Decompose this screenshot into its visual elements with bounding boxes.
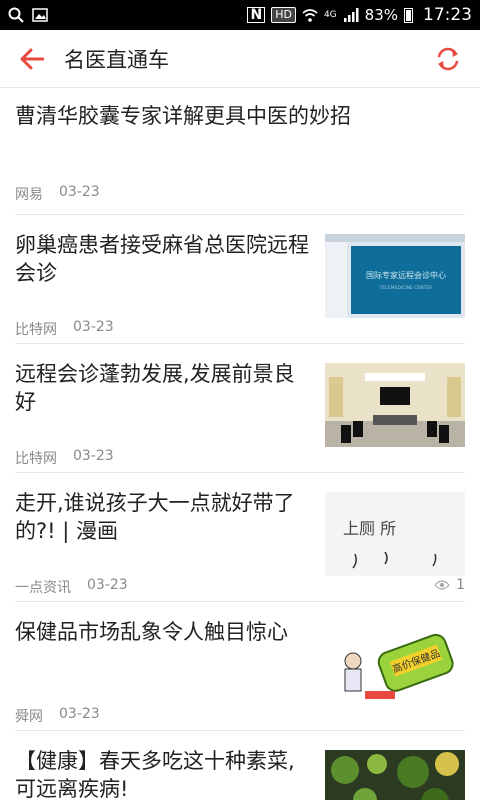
screen-subtext: TELEMEDICINE CENTER: [379, 285, 433, 291]
view-count-value: 1: [456, 577, 465, 593]
eye-icon: [434, 580, 450, 590]
screen-text: 国际专家远程会诊中心: [366, 270, 446, 280]
news-thumbnail: [325, 363, 465, 447]
news-date: 03-23: [73, 319, 114, 335]
news-thumbnail: 国际专家远程会诊中心 TELEMEDICINE CENTER: [325, 234, 465, 318]
network-type: 4G: [323, 10, 337, 20]
news-title: 远程会诊蓬勃发展,发展前景良好: [15, 362, 295, 414]
news-title: 【健康】春天多吃这十种素菜,可远离疾病!: [15, 749, 295, 800]
news-meta: 网易 03-23: [15, 184, 100, 204]
news-item[interactable]: 保健品市场乱象令人触目惊心 高价保健品 舜网 03-23: [15, 602, 465, 731]
app-bar: 名医直通车: [0, 30, 480, 88]
news-title: 走开,谁说孩子大一点就好带了的?! | 漫画: [15, 491, 295, 543]
news-item[interactable]: 走开,谁说孩子大一点就好带了的?! | 漫画 上厕 所 一点资讯 03-23 1: [15, 473, 465, 602]
news-date: 03-23: [59, 184, 100, 200]
signal-icon: [343, 7, 359, 23]
battery-icon: [404, 7, 413, 23]
news-source: 一点资讯: [15, 580, 71, 596]
news-title: 卵巢癌患者接受麻省总医院远程会诊: [15, 233, 309, 285]
news-title: 保健品市场乱象令人触目惊心: [15, 620, 288, 644]
search-icon: [8, 7, 24, 23]
view-count: 1: [434, 577, 465, 593]
back-button[interactable]: [0, 30, 64, 88]
comic-text: 上厕 所: [343, 519, 396, 538]
wifi-icon: [302, 7, 318, 23]
news-source: 比特网: [15, 322, 57, 338]
news-feed: 曹清华胶囊专家详解更具中医的妙招 网易 03-23 卵巢癌患者接受麻省总医院远程…: [0, 88, 480, 800]
news-source: 比特网: [15, 451, 57, 467]
status-bar: N HD 4G 83% 17:23: [0, 0, 480, 30]
news-source: 舜网: [15, 709, 43, 725]
news-meta: 比特网 03-23: [15, 319, 114, 339]
news-date: 03-23: [73, 448, 114, 464]
clock: 17:23: [423, 5, 472, 25]
news-meta: 一点资讯 03-23: [15, 577, 128, 597]
refresh-button[interactable]: [434, 45, 462, 73]
news-item[interactable]: 曹清华胶囊专家详解更具中医的妙招 网易 03-23: [15, 88, 465, 215]
news-date: 03-23: [87, 577, 128, 593]
news-item[interactable]: 远程会诊蓬勃发展,发展前景良好 比特网 03-23: [15, 344, 465, 473]
news-item[interactable]: 【健康】春天多吃这十种素菜,可远离疾病!: [15, 731, 465, 800]
news-meta: 比特网 03-23: [15, 448, 114, 468]
news-source: 网易: [15, 187, 43, 203]
news-thumbnail: 高价保健品: [325, 621, 465, 705]
news-thumbnail: [325, 750, 465, 800]
gallery-icon: [32, 7, 48, 23]
news-title: 曹清华胶囊专家详解更具中医的妙招: [15, 104, 351, 128]
news-item[interactable]: 卵巢癌患者接受麻省总医院远程会诊 国际专家远程会诊中心 TELEMEDICINE…: [15, 215, 465, 344]
news-date: 03-23: [59, 706, 100, 722]
news-thumbnail: 上厕 所: [325, 492, 465, 576]
news-meta: 舜网 03-23: [15, 706, 100, 726]
refresh-icon: [437, 47, 459, 71]
hd-badge: HD: [271, 7, 296, 23]
arrow-left-icon: [20, 48, 44, 69]
nfc-icon: N: [247, 7, 266, 23]
page-title: 名医直通车: [64, 47, 169, 72]
battery-percent: 83%: [364, 6, 398, 24]
